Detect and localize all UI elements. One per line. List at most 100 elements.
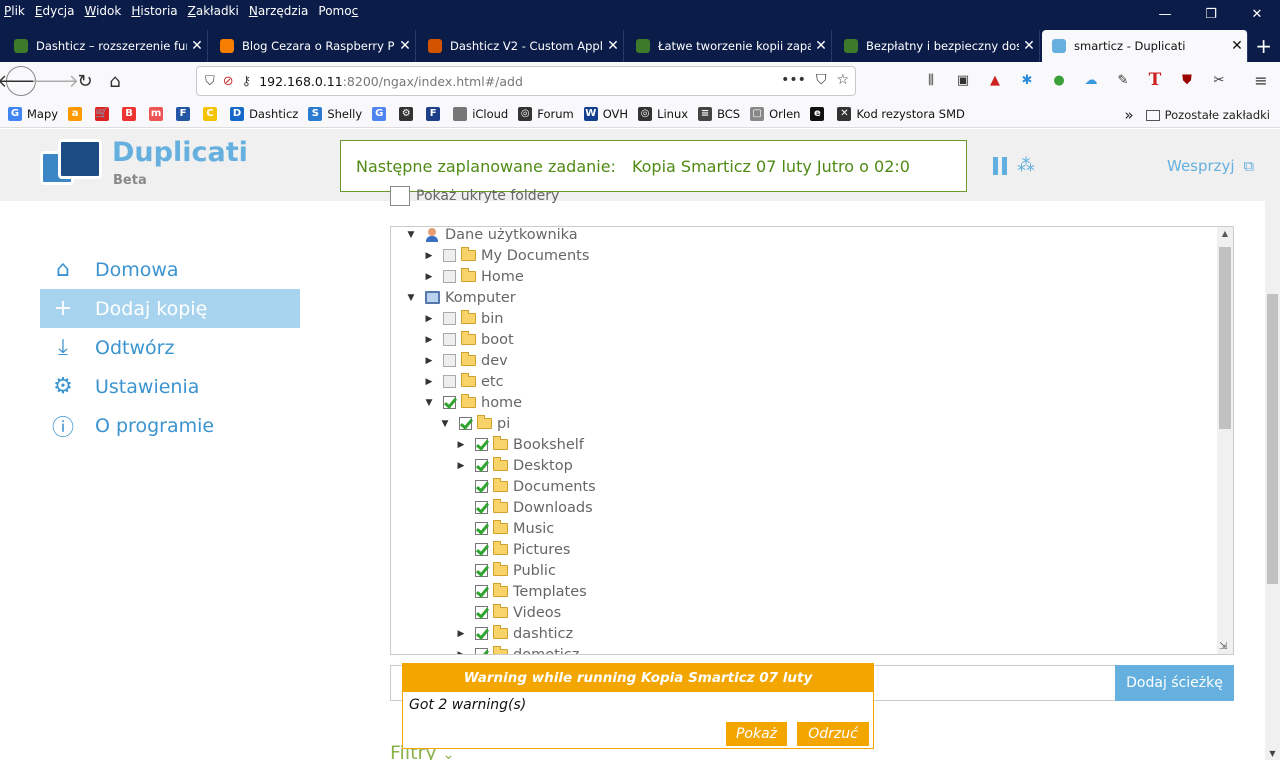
home-button[interactable]: ⌂ xyxy=(100,66,130,96)
menu-item-0[interactable]: Plik xyxy=(4,4,25,18)
hamburger-menu-icon[interactable]: ≡ xyxy=(1250,68,1272,92)
tab-close-icon[interactable]: ✕ xyxy=(395,38,415,54)
tree-node[interactable]: ▶ boot xyxy=(423,329,514,350)
tree-checkbox[interactable] xyxy=(475,606,488,619)
reload-button[interactable]: ↻ xyxy=(70,66,100,96)
expand-arrow-icon[interactable]: ▶ xyxy=(423,271,435,283)
tree-node[interactable]: ▶ dev xyxy=(423,350,508,371)
expand-arrow-icon[interactable]: ▶ xyxy=(423,250,435,262)
expand-arrow-icon[interactable]: ▶ xyxy=(455,649,467,655)
close-window-button[interactable]: ✕ xyxy=(1234,0,1280,28)
tree-node[interactable]: ▶ etc xyxy=(423,371,504,392)
tree-checkbox[interactable] xyxy=(475,648,488,654)
page-actions-icon[interactable]: ••• xyxy=(781,72,806,88)
bookmark-2[interactable]: 🛒 xyxy=(95,106,114,121)
extension-misc-icon[interactable]: ✂ xyxy=(1208,68,1230,92)
tree-checkbox[interactable] xyxy=(475,627,488,640)
tree-checkbox[interactable] xyxy=(475,564,488,577)
tab-5[interactable]: smarticz - Duplicati ✕ xyxy=(1042,30,1248,62)
cloud-icon[interactable]: ☁ xyxy=(1080,68,1102,92)
bookmark-12[interactable]: iCloud xyxy=(453,106,508,121)
minimize-button[interactable]: — xyxy=(1142,0,1188,28)
page-scroll-thumb[interactable] xyxy=(1267,294,1278,584)
tab-close-icon[interactable]: ✕ xyxy=(603,38,623,54)
tree-checkbox[interactable] xyxy=(443,249,456,262)
bookmark-10[interactable]: ⚙ xyxy=(399,106,418,121)
app-name[interactable]: Duplicati xyxy=(112,137,248,168)
bookmark-6[interactable]: C xyxy=(203,106,222,121)
tab-3[interactable]: Łatwe tworzenie kopii zapas ✕ xyxy=(626,30,832,62)
bookmark-7[interactable]: D Dashticz xyxy=(230,106,298,121)
tree-checkbox[interactable] xyxy=(475,522,488,535)
tree-node[interactable]: Videos xyxy=(455,602,561,623)
tree-node[interactable]: ▶ Bookshelf xyxy=(455,434,584,455)
shield-icon[interactable]: ⛉ xyxy=(205,74,215,89)
collapse-arrow-icon[interactable]: ▼ xyxy=(405,229,417,241)
expand-arrow-icon[interactable]: ▶ xyxy=(423,376,435,388)
bookmark-19[interactable]: ✕ Kod rezystora SMD xyxy=(837,106,965,121)
tree-checkbox[interactable] xyxy=(475,501,488,514)
sidebar-item-2[interactable]: ⤓ Odtwórz xyxy=(40,328,300,367)
ublock-icon[interactable]: ⛊ xyxy=(1176,68,1198,92)
show-warning-button[interactable]: Pokaż xyxy=(726,722,787,746)
tree-node[interactable]: ▼ Komputer xyxy=(405,287,516,308)
collapse-arrow-icon[interactable]: ▼ xyxy=(439,418,451,430)
extension-t-icon[interactable]: T xyxy=(1144,68,1166,92)
tree-node[interactable]: Music xyxy=(455,518,554,539)
tab-4[interactable]: Bezpłatny i bezpieczny dost ✕ xyxy=(834,30,1040,62)
tree-node[interactable]: ▶ My Documents xyxy=(423,245,589,266)
tree-checkbox[interactable] xyxy=(459,417,472,430)
restore-button[interactable]: ❐ xyxy=(1188,0,1234,28)
donate-link[interactable]: Wesprzyj ⧉ xyxy=(1167,157,1254,175)
menu-item-5[interactable]: Narzędzia xyxy=(249,4,309,18)
add-path-button[interactable]: Dodaj ścieżkę xyxy=(1115,665,1234,701)
show-hidden-folders-checkbox[interactable] xyxy=(390,186,410,206)
tree-node[interactable]: ▶ domoticz xyxy=(455,644,579,655)
sidebar-item-0[interactable]: ⌂ Domowa xyxy=(40,250,300,289)
expand-arrow-icon[interactable]: ▶ xyxy=(455,628,467,640)
collapse-arrow-icon[interactable]: ▼ xyxy=(405,292,417,304)
pocket-icon[interactable]: ⛉ xyxy=(816,72,827,88)
page-scrollbar[interactable]: ▼ xyxy=(1265,129,1280,760)
bookmark-9[interactable]: G xyxy=(372,106,391,121)
bookmark-11[interactable]: F xyxy=(426,106,445,121)
extension-red-icon[interactable]: ▲ xyxy=(984,68,1006,92)
sidebar-item-4[interactable]: ⓘ O programie xyxy=(40,406,300,445)
tree-node[interactable]: ▶ Desktop xyxy=(455,455,573,476)
bookmark-15[interactable]: ◎ Linux xyxy=(638,106,688,121)
resize-grip-icon[interactable]: ⇲ xyxy=(1219,641,1227,652)
tree-scroll-thumb[interactable] xyxy=(1219,247,1231,429)
menu-item-2[interactable]: Widok xyxy=(84,4,121,18)
expand-arrow-icon[interactable]: ▶ xyxy=(423,334,435,346)
tree-checkbox[interactable] xyxy=(475,585,488,598)
menu-item-1[interactable]: Edycja xyxy=(35,4,75,18)
tree-checkbox[interactable] xyxy=(475,459,488,472)
tree-node[interactable]: ▼ home xyxy=(423,392,522,413)
expand-arrow-icon[interactable]: ▶ xyxy=(423,313,435,325)
bookmark-18[interactable]: e xyxy=(810,106,829,121)
show-hidden-folders[interactable]: Pokaż ukryte foldery xyxy=(390,186,559,206)
insecure-lock-icon[interactable]: ⊘ xyxy=(223,74,234,89)
tab-close-icon[interactable]: ✕ xyxy=(1019,38,1039,54)
tree-checkbox[interactable] xyxy=(443,396,456,409)
bookmark-star-icon[interactable]: ☆ xyxy=(836,72,849,88)
tree-checkbox[interactable] xyxy=(443,333,456,346)
tree-checkbox[interactable] xyxy=(475,438,488,451)
bookmark-3[interactable]: B xyxy=(122,106,141,121)
duplicati-logo[interactable] xyxy=(40,137,104,193)
library-icon[interactable]: ⫼ xyxy=(920,68,942,92)
tree-node[interactable]: Public xyxy=(455,560,556,581)
tree-checkbox[interactable] xyxy=(443,312,456,325)
sidebar-item-1[interactable]: + Dodaj kopię xyxy=(40,289,300,328)
bookmark-13[interactable]: ◎ Forum xyxy=(518,106,574,121)
extension-bug-icon[interactable]: ✱ xyxy=(1016,68,1038,92)
bookmark-14[interactable]: W OVH xyxy=(583,106,628,121)
tab-close-icon[interactable]: ✕ xyxy=(187,38,207,54)
tree-checkbox[interactable] xyxy=(475,480,488,493)
tree-checkbox[interactable] xyxy=(443,375,456,388)
menu-item-6[interactable]: Pomoc xyxy=(318,4,358,18)
bookmark-5[interactable]: F xyxy=(176,106,195,121)
tree-node[interactable]: ▼ Dane użytkownika xyxy=(405,227,578,245)
sidebar-icon[interactable]: ▣ xyxy=(952,68,974,92)
bookmark-17[interactable]: ▢ Orlen xyxy=(750,106,800,121)
